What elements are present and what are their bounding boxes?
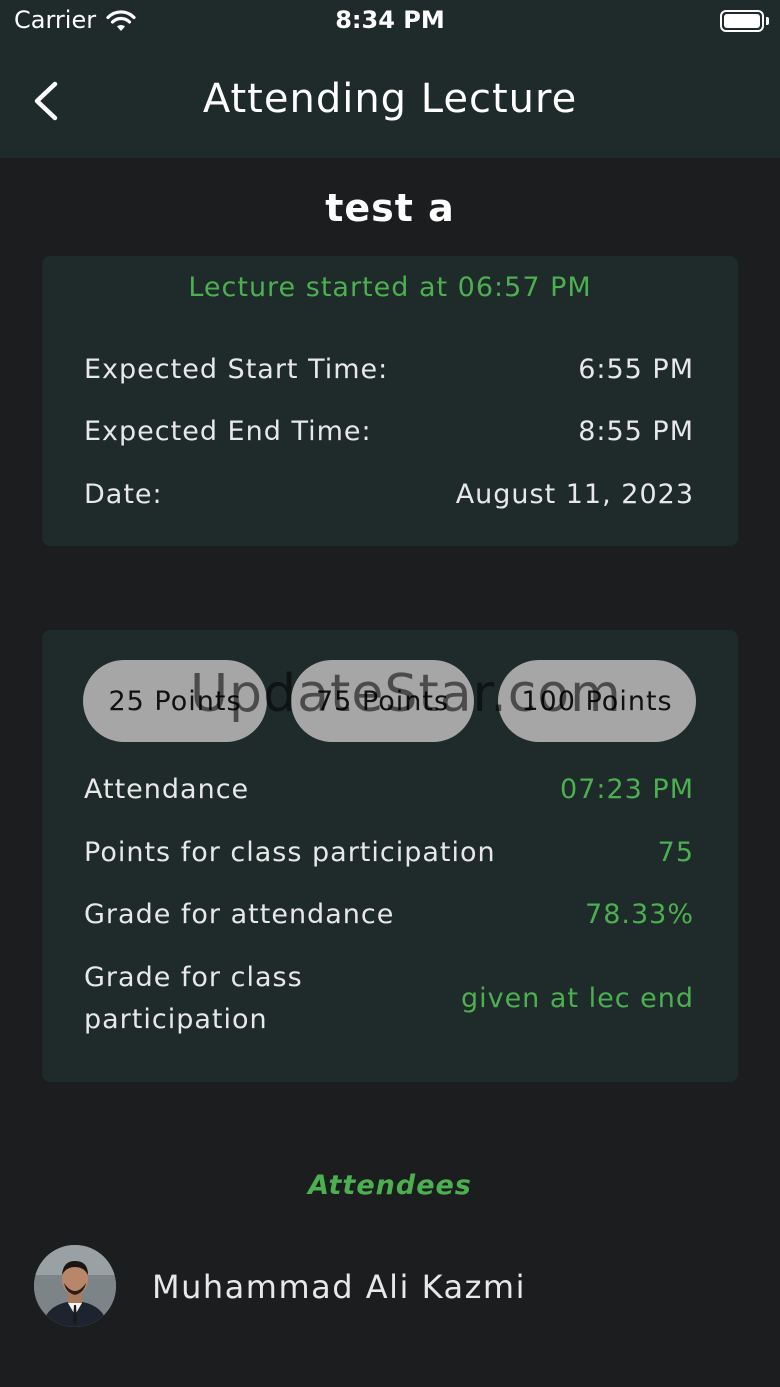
participation-grade-label-line2: participation <box>84 1004 268 1035</box>
battery-nub <box>766 17 769 25</box>
points-75-button[interactable]: 75 Points <box>291 660 474 742</box>
lecture-started-text: Lecture started at 06:57 PM <box>188 272 592 303</box>
status-bar: Carrier 8:34 PM <box>0 0 780 44</box>
schedule-card: Lecture started at 06:57 PM Expected Sta… <box>42 256 738 546</box>
avatar-photo <box>34 1245 116 1327</box>
participation-grade-value: given at lec end <box>460 983 694 1014</box>
lecture-name: test a <box>325 186 455 230</box>
attendance-value: 07:23 PM <box>560 774 694 805</box>
battery-icon <box>720 10 764 32</box>
points-card: 25 Points 75 Points 100 Points Attendanc… <box>42 630 738 1082</box>
attendee-item[interactable]: Muhammad Ali Kazmi <box>0 1240 780 1336</box>
points-25-button[interactable]: 25 Points <box>83 660 267 742</box>
top-bar: Carrier 8:34 PM Attending Lecture <box>0 0 780 158</box>
participation-points-label: Points for class participation <box>84 837 496 868</box>
participation-grade-label-line1: Grade for class <box>84 962 303 993</box>
points-100-button[interactable]: 100 Points <box>498 660 696 742</box>
attendee-name: Muhammad Ali Kazmi <box>152 1268 526 1306</box>
page-title: Attending Lecture <box>202 76 578 122</box>
status-time: 8:34 PM <box>335 6 445 34</box>
expected-end-value: 8:55 PM <box>578 416 694 447</box>
attendance-label: Attendance <box>84 774 250 805</box>
avatar <box>34 1245 116 1327</box>
attendees-heading: Attendees <box>308 1170 472 1201</box>
expected-end-label: Expected End Time: <box>84 416 372 447</box>
date-value: August 11, 2023 <box>455 479 694 510</box>
attendance-grade-label: Grade for attendance <box>84 899 395 930</box>
attendance-grade-value: 78.33% <box>585 899 694 930</box>
expected-start-value: 6:55 PM <box>578 354 694 385</box>
date-label: Date: <box>84 479 163 510</box>
expected-start-label: Expected Start Time: <box>84 354 389 385</box>
participation-points-value: 75 <box>657 837 694 868</box>
